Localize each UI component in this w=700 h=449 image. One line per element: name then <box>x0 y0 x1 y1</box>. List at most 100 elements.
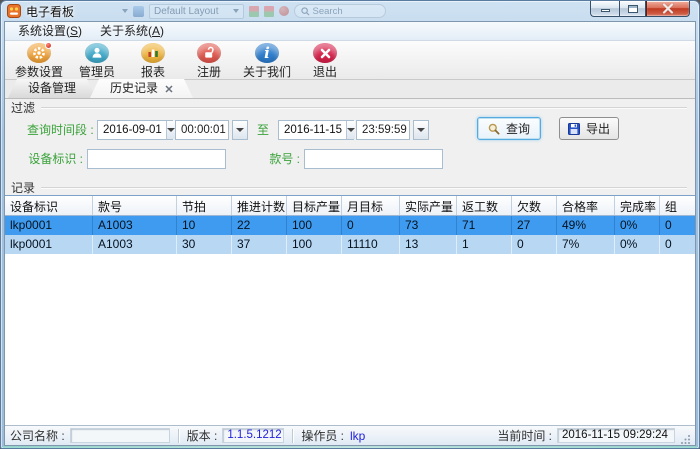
bar-chart-icon <box>141 43 165 63</box>
date-from-picker[interactable]: 2016-09-01 <box>97 120 173 140</box>
toolbar-label: 关于我们 <box>243 63 291 80</box>
layout-load-icon[interactable] <box>264 6 274 17</box>
layout-combo-arrow-icon <box>233 9 239 13</box>
date-to-picker[interactable]: 2016-11-15 <box>278 120 354 140</box>
to-label: 至 <box>257 121 269 138</box>
quick-menu-arrow-icon[interactable] <box>122 9 128 13</box>
menu-about-system[interactable]: 关于系统(A) <box>91 22 173 40</box>
operator-value: lkp <box>350 429 365 443</box>
export-button[interactable]: 导出 <box>559 117 619 140</box>
table-row-selected[interactable]: lkp0001 A1003 10 22 100 0 73 71 27 49% 0… <box>5 216 695 235</box>
header-cell[interactable]: 节拍 <box>177 196 232 215</box>
table-cell: A1003 <box>93 216 177 235</box>
grid-empty-area[interactable] <box>5 254 695 425</box>
minimize-icon <box>601 9 610 12</box>
time-to-dropdown-icon[interactable] <box>413 120 429 140</box>
header-cell[interactable]: 返工数 <box>457 196 512 215</box>
table-cell: 0% <box>615 235 660 254</box>
table-cell: A1003 <box>93 235 177 254</box>
toolbar-label: 参数设置 <box>15 63 63 80</box>
minimize-button[interactable] <box>590 1 619 17</box>
record-icon[interactable] <box>279 6 289 16</box>
document-tabs: 设备管理 历史记录 <box>5 80 695 99</box>
tab-device-management[interactable]: 设备管理 <box>8 79 96 98</box>
date-from-value: 2016-09-01 <box>98 121 166 139</box>
header-cell[interactable]: 推进计数 <box>232 196 287 215</box>
filter-group-label: 过滤 <box>11 99 41 116</box>
header-cell[interactable]: 设备标识 <box>5 196 93 215</box>
window-controls <box>590 1 690 17</box>
current-time-label: 当前时间 : <box>497 427 552 444</box>
tab-history-records[interactable]: 历史记录 <box>90 79 193 98</box>
close-button[interactable] <box>646 1 690 17</box>
header-cell[interactable]: 合格率 <box>557 196 615 215</box>
table-cell: 10 <box>177 216 232 235</box>
table-cell: 49% <box>557 216 615 235</box>
unlock-icon <box>197 43 221 63</box>
history-page: 过滤 查询时间段 : 2016-09-01 00:00:01 至 2016-11… <box>5 99 695 425</box>
query-button[interactable]: 查询 <box>477 117 541 140</box>
style-no-input[interactable] <box>304 149 443 169</box>
grid-header-row: 设备标识 款号 节拍 推进计数 目标产量 月目标 实际产量 返工数 欠数 合格率… <box>5 196 695 216</box>
toolbar-label: 管理员 <box>79 63 115 80</box>
date-to-value: 2016-11-15 <box>279 121 346 139</box>
maximize-button[interactable] <box>619 1 646 17</box>
status-divider <box>178 429 179 443</box>
header-cell[interactable]: 实际产量 <box>400 196 457 215</box>
tab-close-icon[interactable] <box>165 85 173 93</box>
version-label: 版本 : <box>187 427 218 444</box>
toolbar-button-about[interactable]: i 关于我们 <box>237 42 297 80</box>
resize-grip[interactable] <box>681 434 691 444</box>
chevron-down-icon[interactable] <box>166 121 175 139</box>
header-cell[interactable]: 月目标 <box>342 196 400 215</box>
chevron-down-icon[interactable] <box>346 121 355 139</box>
header-cell[interactable]: 款号 <box>93 196 177 215</box>
app-icon <box>7 4 21 18</box>
records-group-header: 记录 <box>5 179 695 195</box>
header-cell[interactable]: 组 <box>660 196 695 215</box>
time-from-dropdown-icon[interactable] <box>232 120 248 140</box>
toolbar-button-register[interactable]: 注册 <box>181 42 237 80</box>
group-divider <box>41 107 687 108</box>
title-bar[interactable]: 电子看板 Default Layout Search <box>1 1 699 21</box>
main-toolbar: 参数设置 管理员 报表 注册 i <box>5 41 695 80</box>
header-cell[interactable]: 完成率 <box>615 196 660 215</box>
toolbar-button-settings[interactable]: 参数设置 <box>9 42 69 80</box>
search-placeholder: Search <box>313 6 343 17</box>
table-cell: lkp0001 <box>5 216 93 235</box>
table-cell: 11110 <box>342 235 400 254</box>
time-from-field[interactable]: 00:00:01 <box>175 120 229 140</box>
layout-combo[interactable]: Default Layout <box>149 4 244 19</box>
menu-bar: 系统设置(S) 关于系统(A) <box>5 22 695 41</box>
table-cell: 0 <box>342 216 400 235</box>
filter-group-header: 过滤 <box>5 99 695 115</box>
device-id-input[interactable] <box>87 149 226 169</box>
table-cell: 27 <box>512 216 557 235</box>
search-icon <box>301 7 310 16</box>
header-cell[interactable]: 目标产量 <box>287 196 342 215</box>
company-value <box>70 428 170 443</box>
toolbar-button-report[interactable]: 报表 <box>125 42 181 80</box>
badge-icon <box>45 42 52 49</box>
table-cell: 0 <box>660 235 695 254</box>
table-row[interactable]: lkp0001 A1003 30 37 100 11110 13 1 0 7% … <box>5 235 695 254</box>
app-window: 电子看板 Default Layout Search <box>0 0 700 449</box>
titlebar-search-input[interactable]: Search <box>294 4 386 18</box>
group-divider <box>41 187 687 188</box>
toolbar-label: 报表 <box>141 63 165 80</box>
layout-save-icon[interactable] <box>249 6 259 17</box>
header-cell[interactable]: 欠数 <box>512 196 557 215</box>
style-no-label: 款号 : <box>262 150 304 167</box>
table-cell: 37 <box>232 235 287 254</box>
maximize-icon <box>628 5 638 13</box>
table-cell: 30 <box>177 235 232 254</box>
menu-system-settings[interactable]: 系统设置(S) <box>9 22 91 40</box>
window-title: 电子看板 <box>26 3 74 20</box>
table-cell: 73 <box>400 216 457 235</box>
gear-icon <box>27 43 51 63</box>
time-to-field[interactable]: 23:59:59 <box>356 120 410 140</box>
toolbar-button-exit[interactable]: 退出 <box>297 42 353 80</box>
table-cell: 13 <box>400 235 457 254</box>
toolbar-button-admin[interactable]: 管理员 <box>69 42 125 80</box>
filter-panel: 查询时间段 : 2016-09-01 00:00:01 至 2016-11-15… <box>5 115 695 179</box>
